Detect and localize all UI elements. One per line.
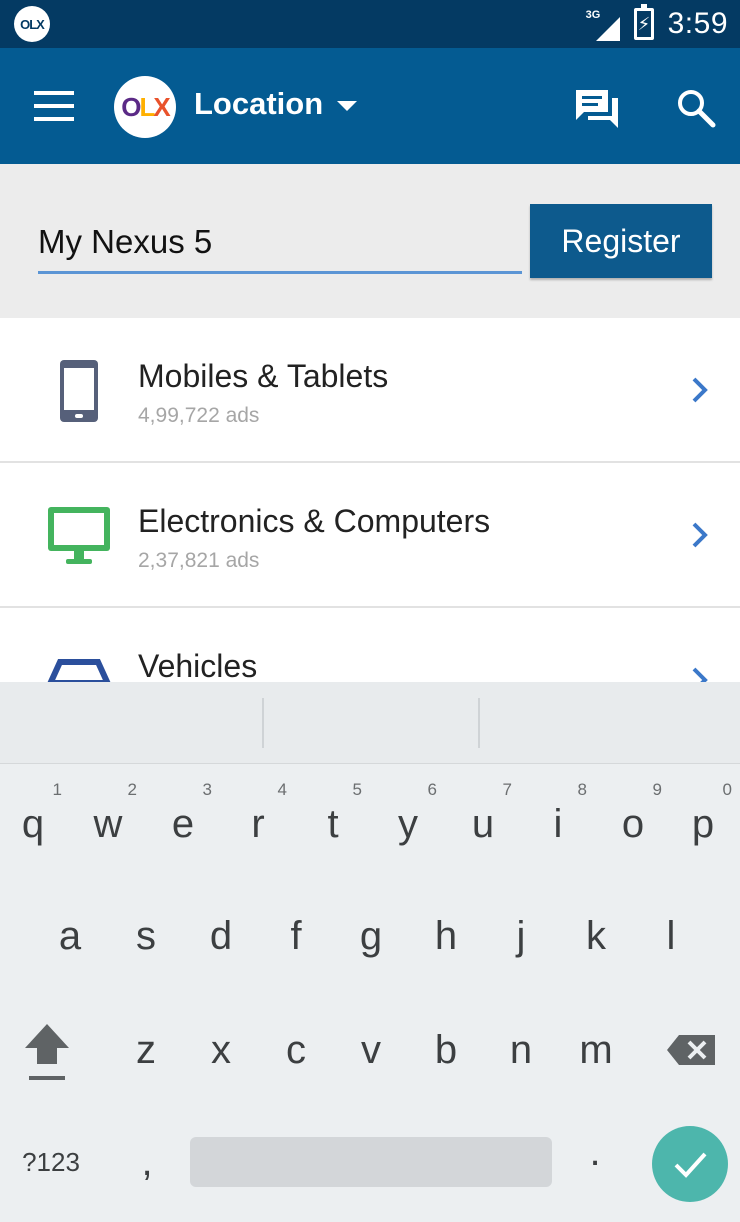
mobile-phone-icon (60, 360, 98, 422)
category-item-electronics-computers[interactable]: Electronics & Computers 2,37,821 ads (0, 463, 740, 608)
computer-monitor-icon (48, 507, 110, 564)
key-l[interactable]: l (634, 886, 708, 986)
backspace-key[interactable] (654, 1000, 728, 1100)
device-name-input[interactable] (38, 212, 522, 274)
comma-key[interactable]: , (110, 1112, 184, 1212)
key-c[interactable]: c (259, 1000, 333, 1100)
dropdown-arrow-icon (337, 101, 358, 111)
key-w[interactable]: w2 (71, 774, 145, 874)
logo-letter-l: L (139, 91, 156, 122)
key-y[interactable]: y6 (371, 774, 445, 874)
space-key[interactable] (190, 1137, 552, 1187)
key-f[interactable]: f (259, 886, 333, 986)
key-r[interactable]: r4 (221, 774, 295, 874)
category-count: 4,99,722 ads (138, 404, 260, 427)
key-h[interactable]: h (409, 886, 483, 986)
car-icon (47, 659, 111, 682)
shift-arrow-icon (25, 1024, 69, 1080)
location-dropdown[interactable]: Location (194, 86, 358, 122)
key-d[interactable]: d (184, 886, 258, 986)
status-clock: 3:59 (667, 7, 728, 40)
key-k[interactable]: k (559, 886, 633, 986)
key-b[interactable]: b (409, 1000, 483, 1100)
category-item-mobiles-tablets[interactable]: Mobiles & Tablets 4,99,722 ads (0, 318, 740, 463)
suggestion-strip (0, 682, 740, 764)
register-button[interactable]: Register (530, 204, 712, 278)
key-p[interactable]: p0 (666, 774, 740, 874)
soft-keyboard: q1 w2 e3 r4 t5 y6 u7 i8 o9 p0 a s d f g … (0, 682, 740, 1222)
key-q[interactable]: q1 (0, 774, 70, 874)
chat-icon[interactable] (574, 88, 620, 128)
signal-3g-icon: 3G (586, 7, 620, 41)
suggestion-divider (262, 698, 264, 748)
logo-letter-o: O (121, 91, 141, 122)
key-x[interactable]: x (184, 1000, 258, 1100)
backspace-icon (667, 1035, 715, 1065)
app-bar: OLX Location (0, 48, 740, 164)
checkmark-icon (674, 1152, 707, 1178)
search-icon[interactable] (676, 88, 716, 128)
key-u[interactable]: u7 (446, 774, 520, 874)
shift-key[interactable] (10, 1000, 84, 1100)
enter-done-key[interactable] (652, 1126, 728, 1202)
logo-letter-x: X (153, 91, 170, 122)
key-n[interactable]: n (484, 1000, 558, 1100)
olx-logo[interactable]: OLX (114, 76, 176, 138)
register-row: Register (0, 164, 740, 318)
category-item-vehicles[interactable]: Vehicles (0, 608, 740, 682)
key-t[interactable]: t5 (296, 774, 370, 874)
key-z[interactable]: z (109, 1000, 183, 1100)
location-label: Location (194, 86, 324, 121)
suggestion-divider (478, 698, 480, 748)
key-m[interactable]: m (559, 1000, 633, 1100)
status-indicators: 3G ⚡ 3:59 (586, 0, 728, 48)
key-i[interactable]: i8 (521, 774, 595, 874)
key-a[interactable]: a (33, 886, 107, 986)
olx-notification-icon: OLX (14, 6, 50, 42)
category-title: Electronics & Computers (138, 503, 491, 539)
battery-charging-icon: ⚡ (633, 4, 654, 40)
key-g[interactable]: g (334, 886, 408, 986)
key-j[interactable]: j (484, 886, 558, 986)
category-count: 2,37,821 ads (138, 549, 260, 572)
key-e[interactable]: e3 (146, 774, 220, 874)
category-title: Mobiles & Tablets (138, 358, 389, 394)
chevron-right-icon (692, 667, 708, 682)
key-o[interactable]: o9 (596, 774, 670, 874)
category-title: Vehicles (138, 648, 258, 682)
menu-icon[interactable] (34, 91, 74, 121)
key-v[interactable]: v (334, 1000, 408, 1100)
chevron-right-icon (692, 377, 708, 403)
symbols-key[interactable]: ?123 (14, 1112, 88, 1212)
category-list: Mobiles & Tablets 4,99,722 ads Electroni… (0, 318, 740, 682)
key-s[interactable]: s (109, 886, 183, 986)
status-bar: OLX 3G ⚡ 3:59 (0, 0, 740, 48)
period-key[interactable]: . (558, 1102, 632, 1202)
chevron-right-icon (692, 522, 708, 548)
